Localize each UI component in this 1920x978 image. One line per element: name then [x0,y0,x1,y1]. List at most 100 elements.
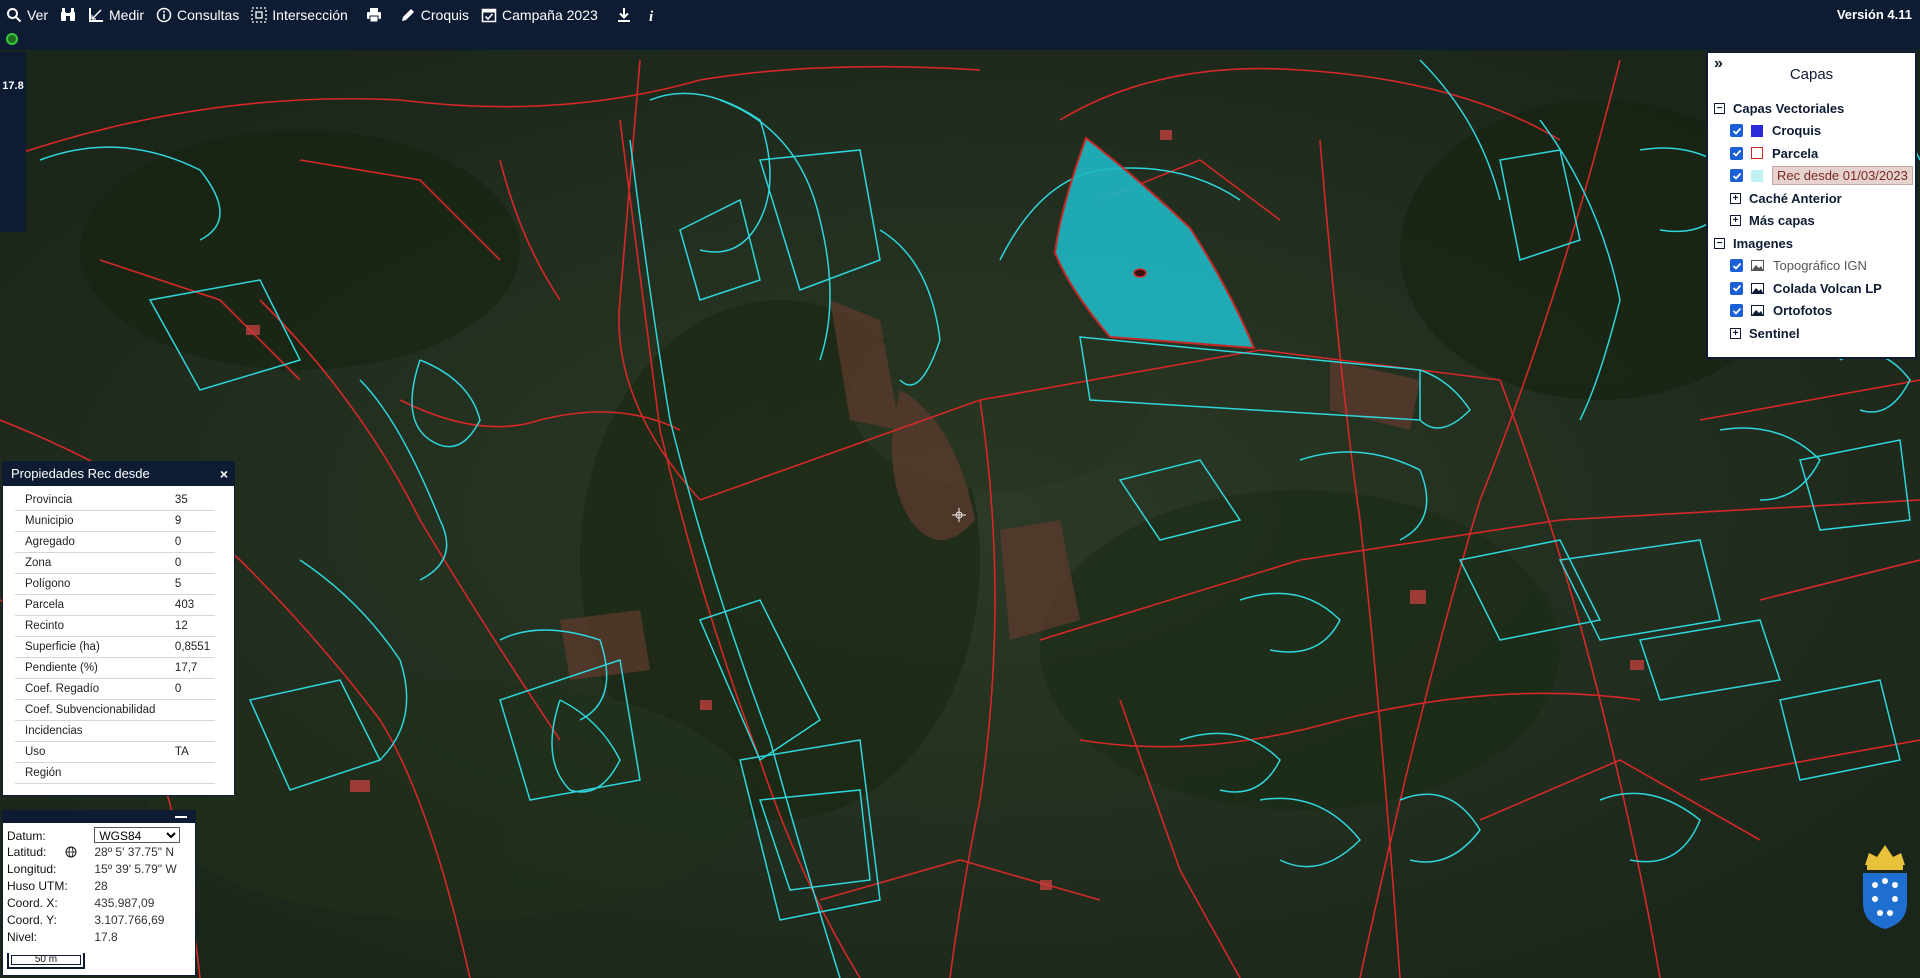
pencil-icon [401,9,414,21]
nivel-label: Nivel: [7,930,38,944]
medir-button[interactable]: Medir [82,0,150,30]
layers-panel: » Capas − Capas Vectoriales Croquis Parc… [1706,51,1917,359]
consultas-label: Consultas [177,7,240,23]
coord-y-row: Coord. Y: 3.107.766,69 [3,912,195,929]
layer-group-cache-anterior[interactable]: + Caché Anterior [1708,187,1915,210]
info-circle-icon [156,7,172,23]
close-icon[interactable]: × [220,462,228,486]
expand-group-icon[interactable]: + [1730,192,1741,204]
property-key: Uso [15,741,175,763]
layer-item-ortofotos[interactable]: Ortofotos [1708,300,1915,323]
consultas-button[interactable]: Consultas [150,0,245,30]
properties-panel-header: Propiedades Rec desde × [3,462,234,486]
layer-group-imagenes[interactable]: − Imagenes [1708,232,1915,255]
map-canvas[interactable] [0,50,1920,978]
globe-icon[interactable] [65,846,77,858]
zoom-level-bar[interactable]: 17.8 [0,52,26,232]
checkmark-icon [1732,285,1741,293]
coordinates-panel-header [3,811,195,823]
status-bar [0,30,1920,51]
nivel-value: 17.8 [94,930,118,944]
layer-group-label: Imagenes [1733,235,1793,251]
layer-checkbox[interactable] [1730,124,1743,138]
nivel-row: Nivel: 17.8 [3,929,195,946]
property-value: 403 [174,594,215,616]
layer-group-vectoriales[interactable]: − Capas Vectoriales [1708,97,1915,120]
collapse-group-icon[interactable]: − [1714,102,1725,114]
layer-checkbox[interactable] [1730,304,1743,318]
layer-label: Croquis [1772,123,1822,139]
properties-panel: Propiedades Rec desde × Provincia 35 Muni… [2,461,235,796]
coord-y-value: 3.107.766,69 [94,913,165,927]
layer-item-topografico[interactable]: Topográfico IGN [1708,255,1915,278]
property-value: 35 [174,490,215,511]
croquis-swatch [1751,124,1763,137]
table-row: Polígono 5 [15,573,215,595]
layers-panel-header: » Capas [1708,53,1915,97]
about-button[interactable]: i [638,0,666,30]
coord-y-label: Coord. Y: [7,913,57,927]
layer-item-rec-desde[interactable]: Rec desde 01/03/2023 [1708,165,1915,188]
layer-item-croquis[interactable]: Croquis [1708,120,1915,143]
layer-checkbox[interactable] [1730,281,1743,295]
image-icon [1751,282,1764,294]
expand-group-icon[interactable]: + [1730,215,1741,227]
main-toolbar: Ver Medir Consultas Intersección Croquis… [0,0,1920,30]
download-button[interactable] [610,0,638,30]
property-key: Zona [15,552,175,574]
binoculars-button[interactable] [54,0,82,30]
minimize-icon[interactable] [175,816,187,818]
campana-label: Campaña 2023 [502,7,598,23]
zoom-level-label: 17.8 [2,80,24,92]
info-icon: i [649,9,654,23]
property-key: Provincia [15,490,175,511]
status-indicator-icon [6,33,18,45]
property-value [174,699,215,721]
layer-group-sentinel[interactable]: + Sentinel [1708,322,1915,345]
property-value: 0,8551 [174,636,215,658]
longitude-value: 15º 39' 5.79" W [94,862,177,876]
collapse-panel-icon[interactable]: » [1714,53,1723,75]
table-row: Incidencias [15,720,215,742]
campana-button[interactable]: Campaña 2023 [475,0,604,30]
property-key: Polígono [15,573,175,595]
table-row: Recinto 12 [15,615,215,637]
checkmark-icon [1732,172,1741,180]
binoculars-icon [61,8,76,21]
huso-row: Huso UTM: 28 [3,878,195,895]
property-value [174,720,215,742]
croquis-button[interactable]: Croquis [394,0,475,30]
latitude-value: 28º 5' 37.75" N [94,845,174,859]
checkmark-icon [1732,262,1741,270]
rec-desde-swatch [1751,169,1763,182]
property-key: Región [15,762,175,784]
property-key: Coef. Regadío [15,678,175,700]
layer-checkbox[interactable] [1730,169,1743,183]
table-row: Coef. Subvencionabilidad [15,699,215,721]
map-svg[interactable] [0,50,1920,978]
table-row: Región [15,762,215,784]
layer-checkbox[interactable] [1730,259,1743,273]
print-button[interactable] [360,0,388,30]
layer-group-mas-capas[interactable]: + Más capas [1708,210,1915,233]
layer-item-colada-volcan[interactable]: Colada Volcan LP [1708,277,1915,300]
interseccion-button[interactable]: Intersección [245,0,353,30]
layer-group-label: Sentinel [1749,325,1800,341]
table-row: Coef. Regadío 0 [15,678,215,700]
coordinates-panel: Datum: WGS84 Latitud: 28º 5' 37.75" N Lo… [2,810,196,976]
expand-group-icon[interactable]: + [1730,327,1741,339]
layer-item-parcela[interactable]: Parcela [1708,142,1915,165]
canarias-crest-icon [1863,845,1907,929]
datum-select[interactable]: WGS84 [94,827,181,843]
property-value: 0 [174,552,215,574]
property-value: 5 [174,573,215,595]
longitude-label: Longitud: [7,862,57,876]
scale-bar: 50 m [7,953,85,969]
layer-checkbox[interactable] [1730,146,1743,160]
ver-button[interactable]: Ver [0,0,54,30]
checkmark-icon [1732,307,1741,315]
huso-value: 28 [94,879,108,893]
image-icon [1751,305,1764,317]
collapse-group-icon[interactable]: − [1714,237,1725,249]
table-row: Zona 0 [15,552,215,574]
